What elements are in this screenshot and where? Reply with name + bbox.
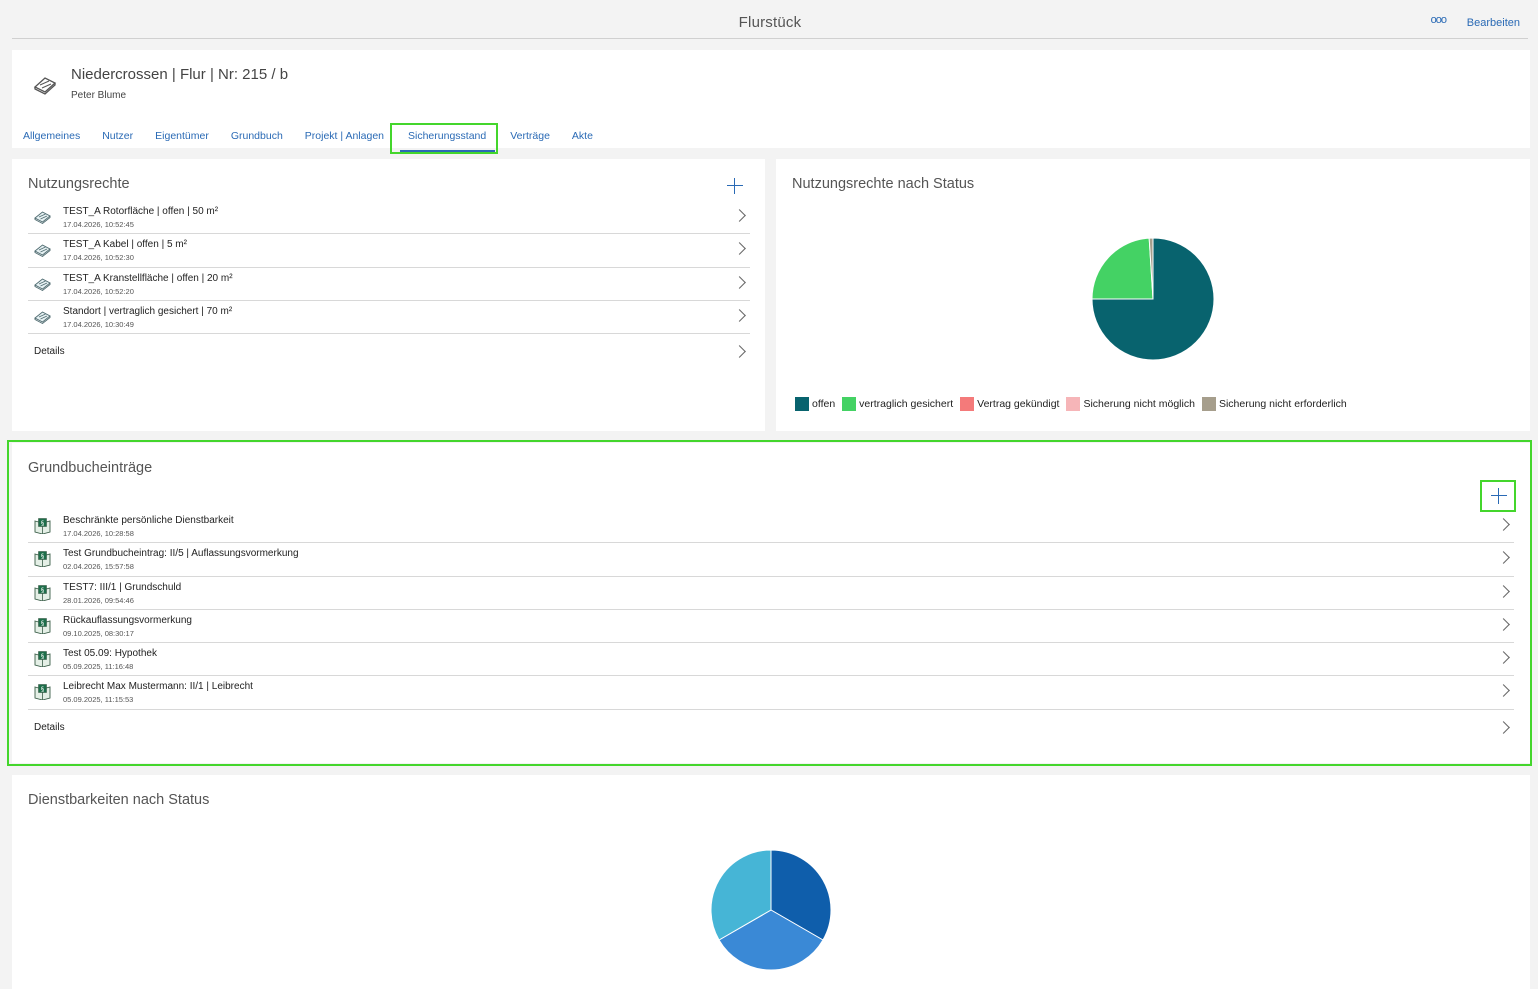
more-options-icon[interactable]: ooo	[1431, 14, 1447, 26]
parcel-header: Niedercrossen | Flur | Nr: 215 / b Peter…	[12, 50, 1530, 152]
tab-akte[interactable]: Akte	[561, 130, 604, 148]
row-title: TEST_A Kranstellfläche | offen | 20 m²	[63, 272, 233, 284]
dienst-chart-title: Dienstbarkeiten nach Status	[28, 792, 210, 808]
highlight-frame-grundbuch	[7, 440, 1532, 766]
tab-projekt-anlagen[interactable]: Projekt | Anlagen	[294, 130, 395, 148]
nutzungsrecht-row[interactable]: TEST_A Rotorfläche | offen | 50 m² 17.04.…	[28, 201, 750, 235]
legend-item-vertrag-gekuendigt: Vertrag gekündigt	[960, 397, 1059, 411]
row-timestamp: 17.04.2026, 10:52:45	[63, 220, 134, 229]
parcel-icon	[33, 77, 57, 95]
legend-label: Vertrag gekündigt	[977, 398, 1060, 410]
legend-item-offen: offen	[795, 397, 835, 411]
tab-vertraege[interactable]: Verträge	[499, 130, 561, 148]
highlight-frame-tab	[390, 123, 498, 154]
pie-slice	[1092, 238, 1154, 300]
row-timestamp: 17.04.2026, 10:30:49	[63, 319, 134, 329]
dienst-chart-card: Dienstbarkeiten nach Status	[12, 775, 1530, 989]
highlight-frame-add	[1480, 480, 1516, 512]
page-title: Flurstück	[738, 14, 802, 31]
legend-item-vertraglich-gesichert: vertraglich gesichert	[842, 397, 953, 411]
nutzungsrechte-title: Nutzungsrechte	[28, 176, 130, 192]
legend-item-sicherung-nicht-erforderlich: Sicherung nicht erforderlich	[1201, 397, 1347, 411]
nutzungsrecht-details-link[interactable]: Details	[28, 334, 750, 368]
tab-nutzer[interactable]: Nutzer	[91, 130, 144, 148]
chevron-right-icon[interactable]	[733, 309, 746, 322]
chevron-right-icon[interactable]	[733, 242, 746, 256]
status-legend: offen vertraglich gesichert Vertrag gekü…	[795, 397, 1354, 411]
legend-item-sicherung-nicht-moeglich: Sicherung nicht möglich	[1066, 397, 1195, 411]
parcel-icon	[34, 211, 51, 225]
row-timestamp: 17.04.2026, 10:52:20	[63, 286, 134, 296]
parcel-icon	[34, 278, 51, 291]
chevron-right-icon[interactable]	[733, 275, 746, 289]
tab-allgemeines[interactable]: Allgemeines	[12, 130, 91, 148]
parcel-icon	[34, 311, 51, 324]
parcel-icon	[34, 244, 51, 258]
details-label: Details	[34, 346, 65, 358]
legend-label: Sicherung nicht möglich	[1083, 398, 1195, 410]
tab-grundbuch[interactable]: Grundbuch	[220, 130, 294, 148]
chevron-right-icon[interactable]	[733, 209, 746, 222]
tab-bar: Allgemeines Nutzer Eigentümer Grundbuch …	[12, 130, 604, 152]
status-chart-title: Nutzungsrechte nach Status	[792, 176, 975, 192]
legend-label: offen	[812, 398, 836, 410]
status-pie-chart	[1092, 238, 1214, 360]
edit-link[interactable]: Bearbeiten	[1467, 17, 1520, 29]
nutzungsrechte-list: TEST_A Rotorfläche | offen | 50 m² 17.04.…	[28, 201, 750, 368]
legend-label: Sicherung nicht erforderlich	[1218, 398, 1347, 410]
status-chart-card: Nutzungsrechte nach Status offen vertrag…	[776, 159, 1530, 431]
chevron-right-icon[interactable]	[733, 345, 746, 359]
nutzungsrechte-card: Nutzungsrechte TEST_A Rotorfläche | offe…	[12, 159, 765, 431]
nutzungsrecht-row[interactable]: TEST_A Kabel | offen | 5 m² 17.04.2026, 1…	[28, 234, 750, 268]
add-nutzungsrecht-icon[interactable]	[726, 177, 744, 195]
tab-eigentuemer[interactable]: Eigentümer	[144, 130, 220, 148]
parcel-name: Niedercrossen | Flur | Nr: 215 / b	[71, 66, 289, 83]
legend-swatch	[1066, 397, 1081, 411]
nutzungsrecht-row[interactable]: Standort | vertraglich gesichert | 70 m²…	[28, 301, 750, 335]
top-bar: Flurstück ooo Bearbeiten	[12, 0, 1528, 39]
row-title: TEST_A Rotorfläche | offen | 50 m²	[63, 206, 219, 217]
nutzungsrecht-row[interactable]: TEST_A Kranstellfläche | offen | 20 m² 17…	[28, 268, 750, 301]
row-timestamp: 17.04.2026, 10:52:30	[63, 253, 134, 263]
legend-swatch	[1201, 397, 1216, 411]
row-title: TEST_A Kabel | offen | 5 m²	[63, 239, 187, 251]
legend-swatch	[795, 397, 809, 411]
legend-label: vertraglich gesichert	[859, 398, 954, 410]
legend-swatch	[842, 397, 857, 411]
legend-swatch	[960, 397, 975, 411]
dienst-pie-chart	[711, 850, 831, 970]
parcel-owner: Peter Blume	[71, 90, 127, 101]
row-title: Standort | vertraglich gesichert | 70 m²	[63, 305, 233, 317]
